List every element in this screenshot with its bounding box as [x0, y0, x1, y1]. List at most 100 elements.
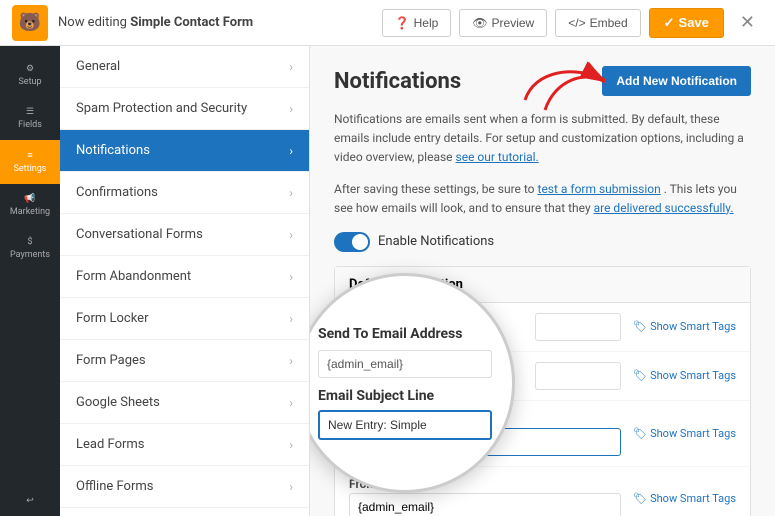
add-notification-button[interactable]: Add New Notification	[602, 66, 751, 96]
menu-item-spam[interactable]: Spam Protection and Security ›	[60, 88, 309, 130]
menu-item-label: Lead Forms	[76, 437, 145, 452]
subject-col	[535, 362, 621, 390]
smart-tags-link-3[interactable]: 🏷 Show Smart Tags	[633, 427, 736, 440]
smart-tags-link-4[interactable]: 🏷 Show Smart Tags	[633, 492, 736, 505]
smart-tags-col-1: 🏷 Show Smart Tags	[621, 320, 736, 333]
code-icon: </>	[568, 16, 585, 30]
history-icon: ↩	[26, 496, 34, 506]
smart-tags-link-2[interactable]: 🏷 Show Smart Tags	[633, 369, 736, 382]
sidebar-item-fields[interactable]: ☰ Fields	[0, 97, 60, 140]
info-text-1: Notifications are emails sent when a for…	[334, 110, 751, 168]
menu-item-label: General	[76, 59, 120, 74]
chevron-icon: ›	[289, 102, 293, 116]
chevron-icon: ›	[289, 228, 293, 242]
enable-notifications-toggle[interactable]	[334, 232, 370, 252]
chevron-icon: ›	[289, 438, 293, 452]
smart-tags-link-1[interactable]: 🏷 Show Smart Tags	[633, 320, 736, 333]
chevron-icon: ›	[289, 60, 293, 74]
chevron-icon: ›	[289, 354, 293, 368]
setup-icon: ⚙	[26, 64, 34, 74]
zoom-subject-input[interactable]	[318, 410, 492, 440]
close-button[interactable]: ✕	[732, 8, 763, 37]
menu-item-general[interactable]: General ›	[60, 46, 309, 88]
menu-item-label: Conversational Forms	[76, 227, 203, 242]
settings-label: Settings	[14, 164, 47, 174]
menu-item-conversational[interactable]: Conversational Forms ›	[60, 214, 309, 256]
zoom-send-to-input[interactable]	[318, 350, 492, 378]
from-email-input[interactable]	[349, 493, 621, 516]
menu-item-locker[interactable]: Form Locker ›	[60, 298, 309, 340]
tag-icon-3: 🏷	[633, 427, 647, 440]
chevron-icon: ›	[289, 480, 293, 494]
marketing-icon: 📢	[24, 194, 35, 204]
editing-label: Now editing Simple Contact Form	[58, 15, 372, 30]
toggle-row: Enable Notifications	[334, 232, 751, 252]
content-area: Notifications Add New Notification Notif…	[310, 46, 775, 516]
chevron-icon: ›	[289, 312, 293, 326]
tag-icon-2: 🏷	[633, 369, 647, 382]
menu-item-label: Google Sheets	[76, 395, 160, 410]
content-header: Notifications Add New Notification	[334, 66, 751, 96]
menu-item-abandonment[interactable]: Form Abandonment ›	[60, 256, 309, 298]
tag-icon-4: 🏷	[633, 492, 647, 505]
menu-item-notifications[interactable]: Notifications ›	[60, 130, 309, 172]
menu-item-confirmations[interactable]: Confirmations ›	[60, 172, 309, 214]
menu-item-submissions[interactable]: Post Submissions ›	[60, 508, 309, 516]
test-submission-link[interactable]: test a form submission	[538, 182, 661, 196]
top-bar: 🐻 Now editing Simple Contact Form ❓ Help…	[0, 0, 775, 46]
app-logo: 🐻	[12, 5, 48, 41]
menu-sidebar: General › Spam Protection and Security ›…	[60, 46, 310, 516]
smart-tags-col-2: 🏷 Show Smart Tags	[621, 369, 736, 382]
menu-item-label: Offline Forms	[76, 479, 153, 494]
main-layout: ⚙ Setup ☰ Fields ≡ Settings 📢 Marketing …	[0, 46, 775, 516]
smart-tags-col-3: 🏷 Show Smart Tags	[621, 427, 736, 440]
menu-item-label: Form Pages	[76, 353, 146, 368]
sidebar-item-history[interactable]: ↩	[0, 486, 60, 516]
zoom-send-to-label: Send To Email Address	[318, 326, 492, 342]
chevron-icon: ›	[289, 270, 293, 284]
menu-item-pages[interactable]: Form Pages ›	[60, 340, 309, 382]
zoom-subject-label: Email Subject Line	[318, 388, 492, 404]
card-body: Send To Email Address Email Subject Line…	[335, 303, 750, 516]
payments-label: Payments	[10, 250, 50, 260]
tag-icon-1: 🏷	[633, 320, 647, 333]
tutorial-link[interactable]: see our tutorial.	[456, 150, 539, 164]
top-bar-actions: ❓ Help 👁 Preview </> Embed ✓ Save ✕	[382, 8, 763, 38]
send-to-input[interactable]	[535, 313, 621, 341]
menu-item-label: Confirmations	[76, 185, 158, 200]
help-icon: ❓	[395, 16, 410, 30]
icon-sidebar: ⚙ Setup ☰ Fields ≡ Settings 📢 Marketing …	[0, 46, 60, 516]
preview-icon: 👁	[472, 16, 487, 30]
embed-button[interactable]: </> Embed	[555, 9, 640, 37]
menu-item-label: Form Locker	[76, 311, 148, 326]
sidebar-item-marketing[interactable]: 📢 Marketing	[0, 184, 60, 227]
setup-label: Setup	[18, 77, 41, 87]
menu-item-label: Spam Protection and Security	[76, 101, 247, 116]
help-button[interactable]: ❓ Help	[382, 9, 452, 37]
info-text-2: After saving these settings, be sure to …	[334, 180, 751, 218]
preview-button[interactable]: 👁 Preview	[459, 9, 547, 37]
chevron-icon: ›	[289, 396, 293, 410]
fields-icon: ☰	[26, 107, 34, 117]
smart-tags-col-4: 🏷 Show Smart Tags	[621, 492, 736, 505]
payments-icon: $	[27, 237, 32, 247]
marketing-label: Marketing	[10, 207, 50, 217]
sidebar-item-settings[interactable]: ≡ Settings	[0, 140, 60, 184]
menu-item-sheets[interactable]: Google Sheets ›	[60, 382, 309, 424]
chevron-icon: ›	[289, 144, 293, 158]
arrow-decoration	[515, 60, 615, 110]
subject-input[interactable]	[535, 362, 621, 390]
menu-item-label: Form Abandonment	[76, 269, 191, 284]
fields-label: Fields	[18, 120, 42, 130]
sidebar-item-payments[interactable]: $ Payments	[0, 227, 60, 270]
settings-icon: ≡	[27, 150, 32, 161]
page-title: Notifications	[334, 69, 461, 94]
menu-item-offline[interactable]: Offline Forms ›	[60, 466, 309, 508]
toggle-label: Enable Notifications	[378, 234, 494, 249]
notification-card: Default Notification Send To Email Addre…	[334, 266, 751, 516]
checkmark-icon: ✓	[664, 15, 675, 31]
delivered-link[interactable]: are delivered successfully.	[594, 201, 734, 215]
menu-item-lead[interactable]: Lead Forms ›	[60, 424, 309, 466]
sidebar-item-setup[interactable]: ⚙ Setup	[0, 54, 60, 97]
save-button[interactable]: ✓ Save	[649, 8, 724, 38]
